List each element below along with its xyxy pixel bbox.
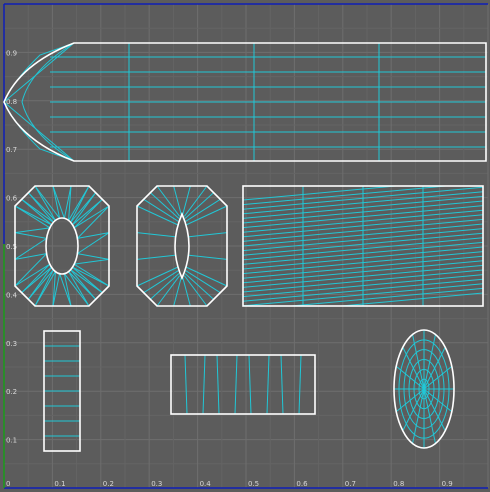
uv-edge <box>423 347 446 390</box>
uv-edge <box>234 354 238 415</box>
uv-edge <box>73 205 110 229</box>
v-tick-label: 0.6 <box>6 195 18 203</box>
u-tick-label: 0.7 <box>345 480 356 488</box>
u-tick-label: 0.1 <box>54 480 65 488</box>
tall-strip-shell[interactable] <box>43 330 81 452</box>
uv-edge <box>14 263 51 287</box>
u-tick-label: 0.5 <box>248 480 259 488</box>
uv-tick-labels: 0 0.1 0.2 0.3 0.4 0.5 0.6 0.7 0.8 0.9 0.1 0.2 0.3 0.4… <box>6 49 453 488</box>
v-tick-label: 0.9 <box>6 49 17 57</box>
v-tick-label: 0.4 <box>6 291 18 299</box>
u-tick-label: 0.3 <box>151 480 162 488</box>
v-tick-label: 0.3 <box>6 340 17 348</box>
v-tick-label: 0.2 <box>6 388 17 396</box>
u-tick-label: 0.8 <box>393 480 404 488</box>
uv-edge <box>187 232 228 238</box>
uv-edge <box>402 347 425 390</box>
uv-edge <box>216 354 220 415</box>
u-tick-label: 0.4 <box>200 480 212 488</box>
uv-edge <box>202 354 206 415</box>
uv-editor-viewport[interactable]: 0 0.1 0.2 0.3 0.4 0.5 0.6 0.7 0.8 0.9 0.1 0.2 0.3 0.4… <box>0 0 490 492</box>
uv-edge <box>298 354 302 415</box>
uv-edge <box>290 287 484 307</box>
u-tick-label: 0 <box>6 480 10 488</box>
ellipse-disk-shell[interactable] <box>393 329 455 449</box>
u-tick-label: 0.9 <box>442 480 453 488</box>
uv-edge <box>248 354 252 415</box>
uv-edge <box>266 354 270 415</box>
uv-edge <box>184 354 188 415</box>
wide-strip-shell[interactable] <box>170 354 316 415</box>
uv-edge <box>402 388 425 431</box>
v-tick-label: 0.7 <box>6 146 17 154</box>
uv-edge <box>77 253 110 260</box>
u-tick-label: 0.2 <box>103 480 114 488</box>
uv-edge <box>187 254 228 260</box>
uv-edge <box>280 354 284 415</box>
uv-shell-outline <box>170 354 316 415</box>
uv-canvas[interactable]: 0 0.1 0.2 0.3 0.4 0.5 0.6 0.7 0.8 0.9 0.1 0.2 0.3 0.4… <box>0 0 490 492</box>
uv-edge <box>74 258 110 265</box>
u-tick-label: 0.6 <box>296 480 308 488</box>
uv-edge <box>14 227 50 234</box>
uv-edge <box>14 232 47 239</box>
uv-edge <box>423 388 446 431</box>
uv-edge <box>136 254 177 260</box>
v-tick-label: 0.1 <box>6 437 17 445</box>
uv-edge <box>136 232 177 238</box>
